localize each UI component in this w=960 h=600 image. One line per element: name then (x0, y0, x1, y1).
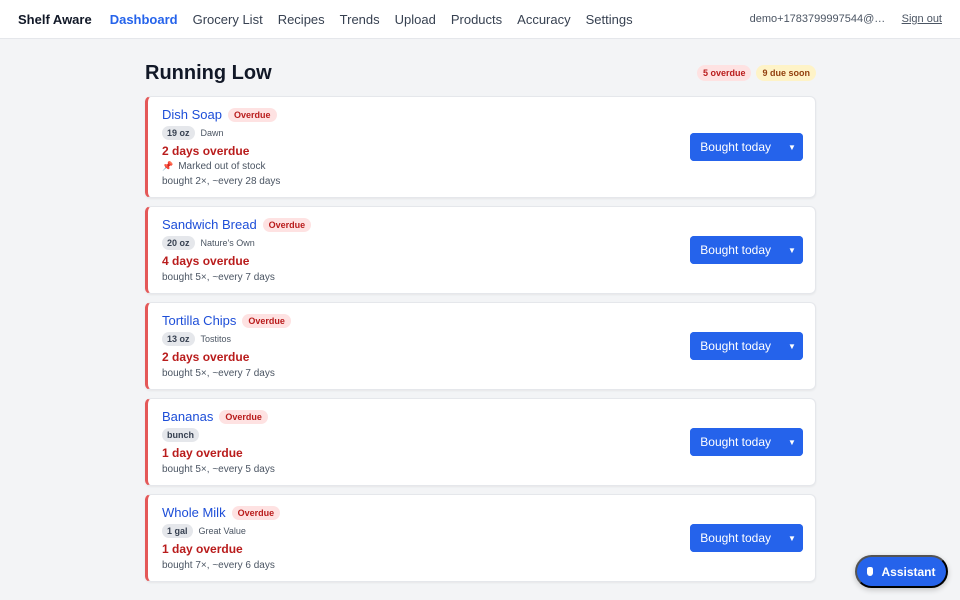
caret-down-icon[interactable]: ▼ (781, 236, 803, 264)
status-badge: Overdue (262, 217, 312, 232)
overdue-count-badge: 5 overdue (696, 65, 752, 81)
frequency-text: bought 5×, ~every 7 days (162, 272, 275, 283)
pushpin-icon: 📌 (162, 161, 174, 171)
caret-down-icon[interactable]: ▼ (781, 428, 803, 456)
sign-out-link[interactable]: Sign out (902, 13, 942, 25)
bought-today-split-button: Bought today ▼ (690, 524, 803, 552)
brand-label: Great Value (198, 526, 246, 536)
bought-today-button[interactable]: Bought today (690, 133, 781, 161)
status-badge: Overdue (231, 505, 281, 520)
due-soon-count-badge: 9 due soon (756, 65, 816, 81)
nav-link-grocery-list[interactable]: Grocery List (193, 12, 263, 27)
assistant-button[interactable]: Assistant (855, 555, 948, 588)
brand-label: Nature's Own (200, 238, 255, 248)
item-card: Whole Milk Overdue 1 gal Great Value 1 d… (145, 494, 816, 582)
mic-icon (867, 567, 874, 576)
bought-today-button[interactable]: Bought today (690, 236, 781, 264)
item-card: Bananas Overdue bunch 1 day overdue boug… (145, 398, 816, 486)
item-card: Dish Soap Overdue 19 oz Dawn 2 days over… (145, 96, 816, 198)
frequency-text: bought 5×, ~every 7 days (162, 368, 275, 379)
page-title: Running Low (145, 61, 272, 84)
page-header: Running Low 5 overdue 9 due soon (145, 58, 816, 88)
status-badge: Overdue (242, 313, 291, 328)
note-row: 📌 Marked out of stock (162, 161, 801, 172)
item-card: Sandwich Bread Overdue 20 oz Nature's Ow… (145, 206, 816, 294)
bought-today-split-button: Bought today ▼ (690, 332, 803, 360)
top-nav: Shelf Aware Dashboard Grocery List Recip… (0, 0, 960, 39)
size-badge: 1 gal (162, 524, 193, 538)
bought-today-split-button: Bought today ▼ (690, 133, 803, 161)
status-badge: Overdue (219, 409, 268, 424)
item-card: Tortilla Chips Overdue 13 oz Tostitos 2 … (145, 302, 816, 390)
item-name-link[interactable]: Dish Soap (162, 107, 222, 122)
assistant-label: Assistant (881, 564, 936, 579)
frequency-text: bought 7×, ~every 6 days (162, 560, 275, 571)
item-name-link[interactable]: Sandwich Bread (162, 217, 257, 232)
size-badge: bunch (162, 428, 199, 442)
nav-user-area: demo+1783799997544@demo.local Sign out (750, 13, 942, 25)
nav-link-recipes[interactable]: Recipes (278, 12, 325, 27)
nav-link-products[interactable]: Products (451, 12, 502, 27)
item-name-link[interactable]: Whole Milk (162, 505, 226, 520)
bought-today-split-button: Bought today ▼ (690, 236, 803, 264)
nav-link-settings[interactable]: Settings (586, 12, 633, 27)
size-badge: 19 oz (162, 126, 195, 140)
user-email: demo+1783799997544@demo.local (749, 13, 890, 25)
bought-today-split-button: Bought today ▼ (690, 428, 803, 456)
bought-today-button[interactable]: Bought today (690, 524, 781, 552)
nav-link-trends[interactable]: Trends (340, 12, 380, 27)
nav-link-upload[interactable]: Upload (395, 12, 436, 27)
item-name-link[interactable]: Tortilla Chips (162, 313, 236, 328)
size-badge: 20 oz (162, 236, 195, 250)
summary-badges: 5 overdue 9 due soon (696, 65, 816, 81)
brand-logo[interactable]: Shelf Aware (18, 12, 92, 27)
note-text: Marked out of stock (178, 161, 266, 172)
frequency-text: bought 2×, ~every 28 days (162, 176, 281, 187)
brand-label: Tostitos (200, 334, 232, 344)
frequency-text: bought 5×, ~every 5 days (162, 464, 275, 475)
caret-down-icon[interactable]: ▼ (781, 133, 803, 161)
item-name-link[interactable]: Bananas (162, 409, 213, 424)
brand-label: Dawn (200, 128, 224, 138)
caret-down-icon[interactable]: ▼ (781, 332, 803, 360)
bought-today-button[interactable]: Bought today (690, 428, 781, 456)
status-badge: Overdue (227, 107, 277, 122)
nav-link-dashboard[interactable]: Dashboard (110, 12, 178, 27)
nav-link-accuracy[interactable]: Accuracy (517, 12, 570, 27)
size-badge: 13 oz (162, 332, 195, 346)
caret-down-icon[interactable]: ▼ (781, 524, 803, 552)
running-low-list: Dish Soap Overdue 19 oz Dawn 2 days over… (145, 96, 816, 590)
bought-today-button[interactable]: Bought today (690, 332, 781, 360)
